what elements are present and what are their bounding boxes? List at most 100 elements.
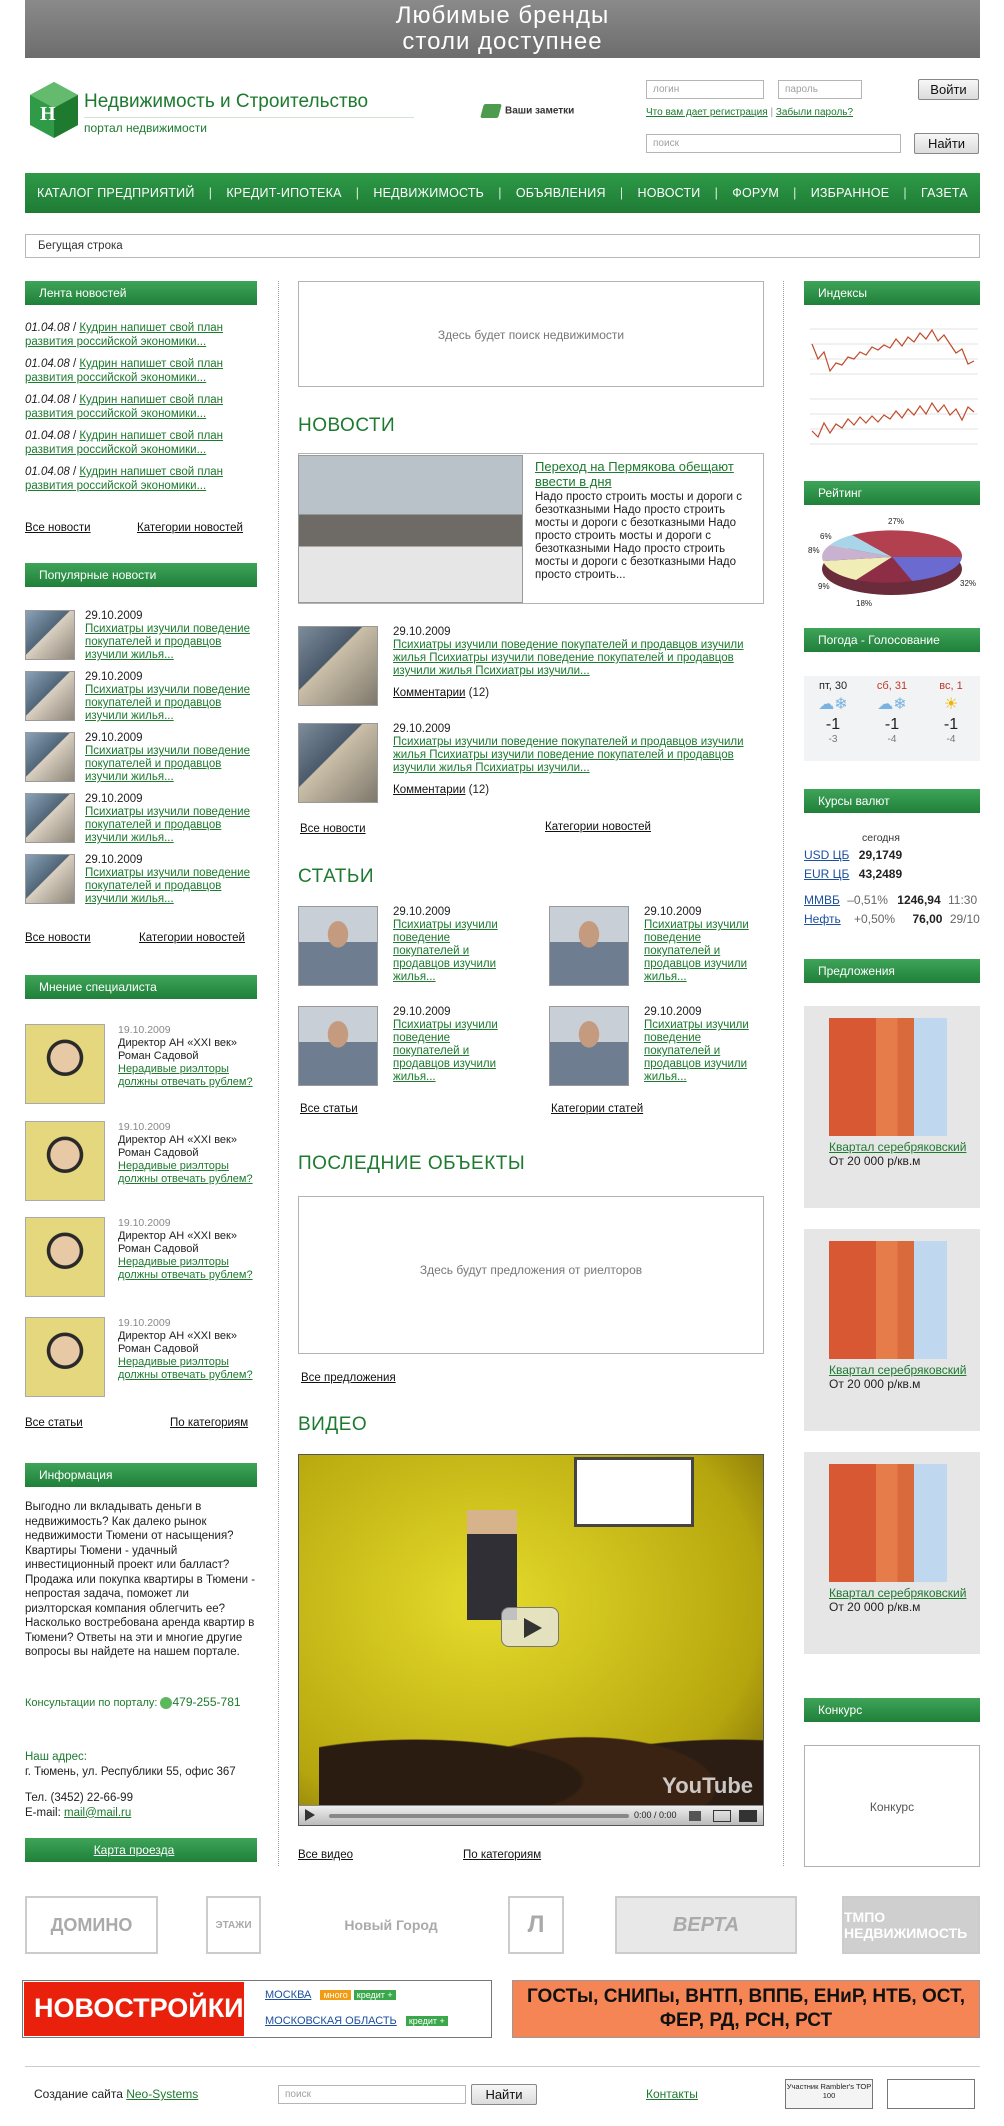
news-link[interactable]: Психиатры изучили поведение покупателей … [393,639,764,678]
rambler-counter[interactable]: Участник Rambler's TOP 100 [785,2079,873,2109]
micex-link[interactable]: ММВБ [804,893,840,907]
article-link[interactable]: Психиатры изучили поведение покупателей … [393,919,508,984]
oil-link[interactable]: Нефть [804,912,841,926]
expert-link[interactable]: Нерадивые риэлторы должны отвечать рубле… [118,1356,258,1382]
usd-link[interactable]: USD ЦБ [804,848,849,862]
partner-logo-etazhi[interactable]: ЭТАЖИ [206,1896,261,1954]
notes-link[interactable]: Ваши заметки [480,104,574,118]
news-thumbnail[interactable] [25,610,75,660]
popular-link[interactable]: Психиатры изучили поведение покупателей … [85,867,255,906]
all-news-link[interactable]: Все новости [25,932,91,944]
youtube-logo[interactable]: YouTube [662,1773,753,1799]
all-videos-link[interactable]: Все видео [298,1849,353,1861]
volume-icon[interactable] [689,1811,701,1821]
article-link[interactable]: Психиатры изучили поведение покупателей … [644,1019,764,1084]
rating-pie-chart[interactable]: 27% 6% 8% 9% 18% 32% [804,509,980,611]
offer-photo[interactable] [829,1464,947,1582]
news-thumbnail[interactable] [25,671,75,721]
moscow-link[interactable]: МОСКВА [265,1989,311,2001]
play-small-icon[interactable] [305,1809,315,1821]
expert-photo[interactable] [25,1317,105,1397]
expert-photo[interactable] [25,1024,105,1104]
icq-number[interactable]: 479-255-781 [172,1695,240,1709]
footer-search-input[interactable]: поиск [278,2085,466,2104]
nav-forum[interactable]: ФОРУМ [732,186,779,200]
video-player[interactable]: YouTube 0:00 / 0:00 [298,1454,764,1826]
eur-link[interactable]: EUR ЦБ [804,867,849,881]
indexes-chart[interactable] [804,319,980,457]
offer-card[interactable]: Квартал серебряковский От 20 000 р/кв.м [804,1006,980,1208]
popular-link[interactable]: Психиатры изучили поведение покупателей … [85,806,255,845]
offer-link[interactable]: Квартал серебряковский [829,1140,966,1154]
partner-logo-verta[interactable]: ВЕРТА [615,1896,797,1954]
by-category-link[interactable]: По категориям [170,1417,248,1429]
logo-icon[interactable]: Н [28,80,80,140]
stats-counter[interactable] [887,2079,975,2109]
expert-link[interactable]: Нерадивые риэлторы должны отвечать рубле… [118,1063,258,1089]
news-categories-link[interactable]: Категории новостей [137,522,243,534]
offer-photo[interactable] [829,1241,947,1359]
partner-logo-tmpo[interactable]: ТМПО НЕДВИЖИМОСТЬ [842,1896,980,1954]
partner-logo-l[interactable]: Л [508,1896,564,1954]
popular-link[interactable]: Психиатры изучили поведение покупателей … [85,745,255,784]
map-button[interactable]: Карта проезда [25,1838,257,1862]
nav-newspaper[interactable]: ГАЗЕТА [921,186,968,200]
video-progress[interactable] [329,1814,629,1818]
konkurs-box[interactable]: Конкурс [804,1745,980,1867]
forgot-password-link[interactable]: Забыли пароль? [776,107,853,118]
all-articles-link[interactable]: Все статьи [300,1103,358,1115]
video-categories-link[interactable]: По категориям [463,1849,541,1861]
articles-categories-link[interactable]: Категории статей [551,1103,643,1115]
password-input[interactable]: пароль [778,80,862,99]
news-photo[interactable] [298,723,378,803]
article-photo[interactable] [549,1006,629,1086]
offer-card[interactable]: Квартал серебряковский От 20 000 р/кв.м [804,1452,980,1654]
nav-catalog[interactable]: КАТАЛОГ ПРЕДПРИЯТИЙ [37,186,195,200]
news-thumbnail[interactable] [25,854,75,904]
popular-link[interactable]: Психиатры изучили поведение покупателей … [85,684,255,723]
site-title[interactable]: Недвижимость и Строительство [84,91,368,113]
article-photo[interactable] [549,906,629,986]
comments-link[interactable]: Комментарии [393,784,465,796]
play-icon[interactable] [501,1607,559,1647]
news-categories-link[interactable]: Категории новостей [139,932,245,944]
popular-link[interactable]: Психиатры изучили поведение покупателей … [85,623,255,662]
search-button[interactable]: Найти [914,133,979,154]
lead-news-title[interactable]: Переход на Пермякова обещают ввести в дн… [535,459,757,489]
login-button[interactable]: Войти [918,79,979,100]
news-thumbnail[interactable] [25,732,75,782]
all-news-link[interactable]: Все новости [300,823,366,835]
expert-photo[interactable] [25,1121,105,1201]
why-register-link[interactable]: Что вам дает регистрация [646,107,768,118]
all-articles-link[interactable]: Все статьи [25,1417,83,1429]
contacts-link[interactable]: Контакты [646,2087,698,2101]
offer-link[interactable]: Квартал серебряковский [829,1586,966,1600]
nav-ads[interactable]: ОБЪЯВЛЕНИЯ [516,186,606,200]
offer-photo[interactable] [829,1018,947,1136]
gost-banner[interactable]: ГОСТы, СНИПы, ВНТП, ВППБ, ЕНиР, НТБ, ОСТ… [512,1980,980,2038]
offer-link[interactable]: Квартал серебряковский [829,1363,966,1377]
email-link[interactable]: mail@mail.ru [64,1807,131,1819]
all-news-link[interactable]: Все новости [25,522,91,534]
popup-icon[interactable] [713,1810,731,1822]
footer-search-button[interactable]: Найти [471,2084,537,2105]
comments-link[interactable]: Комментарии [393,687,465,699]
news-link[interactable]: Психиатры изучили поведение покупателей … [393,736,764,775]
lead-news-photo[interactable] [298,455,523,603]
article-link[interactable]: Психиатры изучили поведение покупателей … [393,1019,508,1084]
weather-widget[interactable]: пт, 30 ☁❄ -1 -3 сб, 31 ☁❄ -1 -4 вс, 1 ☀ … [804,676,980,761]
news-thumbnail[interactable] [25,793,75,843]
expert-link[interactable]: Нерадивые риэлторы должны отвечать рубле… [118,1256,258,1282]
fullscreen-icon[interactable] [739,1810,757,1822]
offer-card[interactable]: Квартал серебряковский От 20 000 р/кв.м [804,1229,980,1431]
region-link[interactable]: МОСКОВСКАЯ ОБЛАСТЬ [265,2015,397,2027]
news-categories-link[interactable]: Категории новостей [545,821,651,833]
news-photo[interactable] [298,626,378,706]
novostroyki-banner[interactable]: НОВОСТРОЙКИ МОСКВА много кредит + МОСКОВ… [22,1980,492,2038]
article-photo[interactable] [298,906,378,986]
nav-realty[interactable]: НЕДВИЖИМОСТЬ [373,186,484,200]
login-input[interactable]: логин [646,80,764,99]
expert-photo[interactable] [25,1217,105,1297]
studio-link[interactable]: Neo-Systems [126,2087,198,2101]
nav-favorites[interactable]: ИЗБРАННОЕ [811,186,890,200]
